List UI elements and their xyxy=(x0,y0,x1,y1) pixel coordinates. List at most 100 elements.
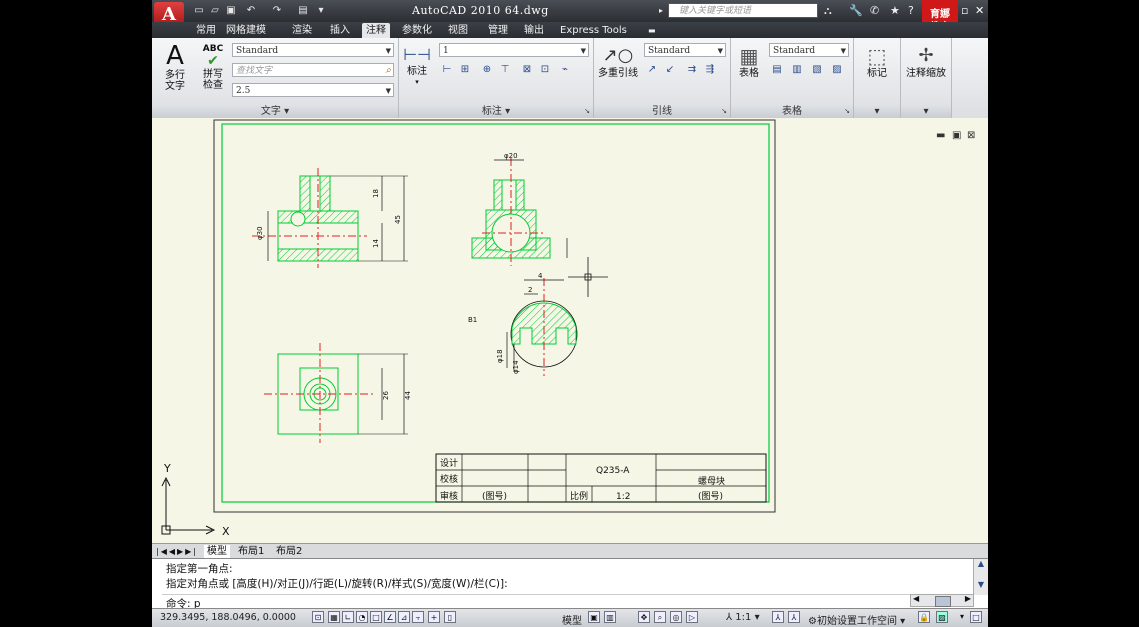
grid-icon[interactable]: ▦ xyxy=(328,611,340,623)
binoculars-icon[interactable]: ⛬ xyxy=(824,4,832,18)
dim-jog-icon[interactable]: ⌁ xyxy=(557,62,573,78)
remove-leader-icon[interactable]: ↙ xyxy=(662,62,678,78)
align-leader-icon[interactable]: ⇉ xyxy=(684,62,700,78)
command-hscroll[interactable]: ◀ ▶ xyxy=(910,594,974,607)
scroll-left-icon[interactable]: ◀ xyxy=(913,594,919,603)
table-button[interactable]: ▦ 表格 xyxy=(735,44,763,79)
dim-continue-icon[interactable]: ⊢ xyxy=(439,62,455,78)
find-text-input[interactable]: 查找文字 ⌕ xyxy=(232,63,394,77)
command-scrollbar[interactable]: ▲ ▼ xyxy=(973,559,988,595)
markup-button[interactable]: ⬚ 标记 xyxy=(860,44,894,79)
ortho-icon[interactable]: ∟ xyxy=(342,611,354,623)
table-download-icon[interactable]: ▧ xyxy=(809,62,825,78)
osnap-icon[interactable]: □ xyxy=(370,611,382,623)
undo-icon[interactable]: ↶ xyxy=(244,4,258,17)
lock-icon[interactable]: 🔒 xyxy=(918,611,930,623)
plot-icon[interactable]: ▤ xyxy=(296,4,310,17)
tab-manage[interactable]: 管理 xyxy=(488,23,508,38)
table-upload-icon[interactable]: ▨ xyxy=(829,62,845,78)
polar-icon[interactable]: ◔ xyxy=(356,611,368,623)
dimension-panel-label[interactable]: 标注 ▾ ↘ xyxy=(399,105,593,118)
tab-view[interactable]: 视图 xyxy=(448,23,468,38)
scroll-right-icon[interactable]: ▶ xyxy=(965,594,971,603)
comm-center-icon[interactable]: ✆ xyxy=(870,4,879,18)
command-input[interactable]: 命令: p xyxy=(162,594,974,610)
hardware-accel-icon[interactable]: ▨ xyxy=(936,611,948,623)
dyn-icon[interactable]: ⫟ xyxy=(412,611,424,623)
pan-icon[interactable]: ✥ xyxy=(638,611,650,623)
scroll-up-icon[interactable]: ▲ xyxy=(974,559,988,568)
steering-wheel-icon[interactable]: ◎ xyxy=(670,611,682,623)
model-icon[interactable]: ▣ xyxy=(588,611,600,623)
tab-parametric[interactable]: 参数化 xyxy=(402,23,432,38)
layout-nav-icons[interactable]: |◀◀▶▶| xyxy=(156,545,198,558)
text-panel-label[interactable]: 文字 ▾ xyxy=(152,105,398,118)
snap-icon[interactable]: ⊡ xyxy=(312,611,324,623)
otrack-icon[interactable]: ∠ xyxy=(384,611,396,623)
save-icon[interactable]: ▣ xyxy=(224,4,238,17)
restore-icon[interactable]: ▫ xyxy=(961,4,968,17)
dim-tolerance-icon[interactable]: ⊕ xyxy=(479,62,495,78)
tab-model[interactable]: 模型 xyxy=(204,545,230,558)
tab-annotate[interactable]: 注释 xyxy=(362,23,390,38)
qp-icon[interactable]: ▯ xyxy=(444,611,456,623)
spell-check-button[interactable]: ABC ✔ 拼写 检查 xyxy=(198,44,228,91)
table-panel-label[interactable]: 表格 ↘ xyxy=(731,105,853,118)
viewport-minimize-icon[interactable]: ▬ xyxy=(936,130,945,141)
tab-layout1[interactable]: 布局1 xyxy=(238,545,264,558)
search-input[interactable]: 键入关键字或短语 xyxy=(668,3,818,18)
leader-panel-label[interactable]: 引线 ↘ xyxy=(594,105,730,118)
multileader-button[interactable]: ↗○ 多重引线 xyxy=(596,44,640,79)
tab-insert[interactable]: 插入 xyxy=(330,23,350,38)
mleader-style-combo[interactable]: Standard ▼ xyxy=(644,43,726,57)
open-icon[interactable]: ▱ xyxy=(208,4,222,17)
annotation-visibility-icon[interactable]: ⅄ xyxy=(772,611,784,623)
clean-screen-icon[interactable]: □ xyxy=(970,611,982,623)
tab-mesh-modeling[interactable]: 网格建模 xyxy=(226,23,266,38)
table-link-icon[interactable]: ▤ xyxy=(769,62,785,78)
drawing-canvas[interactable]: φ30 18 45 14 φ20 4 2 φ18 φ14 B1 26 44 设计… xyxy=(152,118,988,543)
redo-icon[interactable]: ↷ xyxy=(270,4,284,17)
showmotion-icon[interactable]: ▷ xyxy=(686,611,698,623)
drawing-area[interactable]: φ30 18 45 14 φ20 4 2 φ18 φ14 B1 26 44 设计… xyxy=(152,118,988,543)
workspace-switch[interactable]: ⚙初始设置工作空间 ▾ xyxy=(808,612,905,627)
qat-dropdown-icon[interactable]: ▾ xyxy=(314,4,328,17)
tab-output[interactable]: 输出 xyxy=(524,23,544,38)
layout-icon[interactable]: ▥ xyxy=(604,611,616,623)
dim-update-icon[interactable]: ⊡ xyxy=(537,62,553,78)
markup-panel-expand[interactable]: ▾ xyxy=(854,105,900,118)
viewport-close-icon[interactable]: ⊠ xyxy=(967,130,975,141)
dimension-button[interactable]: ⊢⊣ 标注 ▾ xyxy=(403,44,431,88)
tab-home[interactable]: 常用 xyxy=(196,23,216,38)
add-leader-icon[interactable]: ↗ xyxy=(644,62,660,78)
table-extract-icon[interactable]: ▥ xyxy=(789,62,805,78)
dim-quick-icon[interactable]: ⊞ xyxy=(457,62,473,78)
help-icon[interactable]: ? xyxy=(908,4,914,18)
collect-leader-icon[interactable]: ⇶ xyxy=(702,62,718,78)
status-menu-icon[interactable]: ▾ xyxy=(956,611,968,623)
scroll-thumb[interactable] xyxy=(935,596,951,607)
text-height-combo[interactable]: 2.5 ▼ xyxy=(232,83,394,97)
annotation-scale-readout[interactable]: ⅄ 1:1 ▾ xyxy=(726,612,760,623)
model-space-label[interactable]: 模型 xyxy=(562,612,582,627)
new-icon[interactable]: ▭ xyxy=(192,4,206,17)
search-expand-icon[interactable]: ▸ xyxy=(659,4,663,18)
viewport-restore-icon[interactable]: ▣ xyxy=(952,130,961,141)
annotation-scaling-expand[interactable]: ▾ xyxy=(901,105,951,118)
tab-minimize-icon[interactable]: ▬ xyxy=(648,23,656,38)
subscription-icon[interactable]: 🔧 xyxy=(849,4,863,18)
favorites-icon[interactable]: ★ xyxy=(890,4,900,18)
lineweight-icon[interactable]: + xyxy=(428,611,440,623)
ducs-icon[interactable]: ⊿ xyxy=(398,611,410,623)
close-icon[interactable]: ✕ xyxy=(975,4,984,17)
tab-express-tools[interactable]: Express Tools xyxy=(560,23,627,38)
tab-render[interactable]: 渲染 xyxy=(292,23,312,38)
table-style-combo[interactable]: Standard ▼ xyxy=(769,43,849,57)
dim-style-combo[interactable]: 1 ▼ xyxy=(439,43,589,57)
tab-layout2[interactable]: 布局2 xyxy=(276,545,302,558)
dim-baseline-icon[interactable]: ⊤ xyxy=(497,62,513,78)
auto-scale-icon[interactable]: ⅄ xyxy=(788,611,800,623)
zoom-icon[interactable]: ⌕ xyxy=(654,611,666,623)
annotation-scale-button[interactable]: ✢ 注释缩放 xyxy=(903,44,949,79)
text-style-combo[interactable]: Standard ▼ xyxy=(232,43,394,57)
